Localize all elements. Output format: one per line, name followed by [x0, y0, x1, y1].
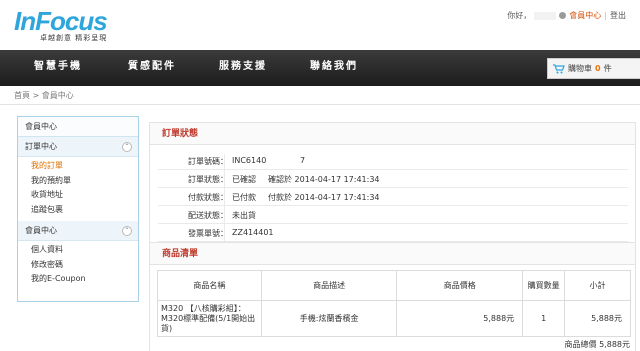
sidebar-item-my-reservations[interactable]: 我的預約單 — [18, 174, 138, 189]
status-row-payment-status: 付款狀態： 已付款 付款於 2014-04-17 17:41:34 — [158, 188, 628, 206]
product-quantity: 1 — [522, 300, 566, 337]
logout-link[interactable]: 登出 — [610, 10, 626, 21]
member-sidebar: 會員中心 訂單中心 ⌃ 我的訂單 我的預約單 收貨地址 追蹤包裹 會員中心 ⌃ … — [17, 116, 139, 302]
top-bar: InFocus 卓越創意 精彩呈現 你好， 會員中心 | 登出 — [0, 0, 640, 50]
product-name-link[interactable]: M320 【八核購彩組】：M320標準配備(5/1開始出貨) — [157, 300, 262, 337]
greeting-text: 你好， — [507, 11, 532, 20]
user-area: 你好， 會員中心 | 登出 — [507, 10, 626, 21]
sidebar-item-shipping-address[interactable]: 收貨地址 — [18, 188, 138, 203]
order-total: 商品總價 5,888元 — [565, 339, 630, 350]
product-description: 手機:炫蘭香檳金 — [260, 300, 398, 337]
sidebar-item-track-package[interactable]: 追蹤包裹 — [18, 203, 138, 218]
user-name-redacted — [534, 11, 557, 20]
order-status-panel: 訂單狀態 訂單號碼： INC6140 7 訂單狀態： 已確認 確認於 2014-… — [149, 122, 636, 252]
row-value: INC6140 — [232, 156, 267, 165]
collapse-icon[interactable]: ⌃ — [122, 142, 132, 152]
total-label: 商品總價 — [564, 340, 597, 349]
row-label: 付款狀態： — [188, 193, 228, 202]
row-value: 已付款 — [232, 193, 256, 202]
nav-item-support[interactable]: 服務支援 — [219, 50, 267, 86]
nav-item-smartphones[interactable]: 智慧手機 — [34, 50, 82, 86]
main-nav: 智慧手機 質感配件 服務支援 聯絡我們 — [0, 50, 640, 86]
items-panel: 商品清單 商品名稱 商品描述 商品價格 購買數量 小計 M320 【八核購彩組】… — [149, 242, 636, 351]
row-value: 未出貨 — [232, 211, 256, 220]
breadcrumb[interactable]: 首頁 > 會員中心 — [14, 90, 74, 101]
sidebar-group-orders: 我的訂單 我的預約單 收貨地址 追蹤包裹 — [18, 157, 138, 221]
sidebar-section-label: 會員中心 — [25, 226, 57, 235]
nav-item-contact[interactable]: 聯絡我們 — [310, 50, 358, 86]
status-row-order-status: 訂單狀態： 已確認 確認於 2014-04-17 17:41:34 — [158, 170, 628, 188]
product-subtotal: 5,888元 — [564, 300, 631, 337]
logo-wordmark: InFocus — [14, 6, 108, 36]
row-label: 訂單號碼： — [188, 157, 228, 166]
divider — [0, 104, 640, 105]
cart-button[interactable]: 購物車 0 件 — [547, 58, 640, 79]
sidebar-section-member[interactable]: 會員中心 ⌃ — [18, 221, 138, 241]
column-header: 購買數量 — [522, 270, 566, 301]
row-label: 配送狀態： — [188, 211, 228, 220]
header-separator: | — [604, 11, 607, 20]
cart-unit: 件 — [603, 64, 612, 73]
items-table: 商品名稱 商品描述 商品價格 購買數量 小計 M320 【八核購彩組】：M320… — [157, 270, 631, 337]
panel-title: 訂單狀態 — [150, 123, 635, 145]
panel-title: 商品清單 — [150, 243, 635, 265]
logo-tagline: 卓越創意 精彩呈現 — [40, 34, 108, 42]
column-header: 小計 — [564, 270, 631, 301]
sidebar-group-member: 個人資料 修改密碼 我的E-Coupon — [18, 241, 138, 291]
row-extra: 付款於 2014-04-17 17:41:34 — [268, 193, 380, 202]
member-center-link[interactable]: 會員中心 — [569, 10, 601, 21]
product-price: 5,888元 — [396, 300, 524, 337]
row-label: 訂單狀態： — [188, 175, 228, 184]
row-extra: 7 — [300, 156, 306, 165]
sidebar-title: 會員中心 — [18, 117, 138, 137]
collapse-icon[interactable]: ⌃ — [122, 226, 132, 236]
user-icon — [559, 12, 567, 19]
cart-label: 購物車 — [568, 64, 592, 73]
infocus-logo[interactable]: InFocus 卓越創意 精彩呈現 — [14, 8, 126, 44]
row-value: 已確認 — [232, 175, 256, 184]
column-header: 商品名稱 — [157, 270, 262, 301]
sidebar-section-label: 訂單中心 — [25, 142, 57, 151]
status-row-order-number: 訂單號碼： INC6140 7 — [158, 152, 628, 170]
sidebar-item-my-orders[interactable]: 我的訂單 — [18, 159, 138, 174]
cart-icon — [553, 63, 565, 74]
nav-item-accessories[interactable]: 質感配件 — [128, 50, 176, 86]
sidebar-item-ecoupon[interactable]: 我的E-Coupon — [18, 272, 138, 287]
table-row: M320 【八核購彩組】：M320標準配備(5/1開始出貨) 手機:炫蘭香檳金 … — [157, 300, 631, 337]
sidebar-item-profile[interactable]: 個人資料 — [18, 243, 138, 258]
row-label: 發票單號： — [188, 229, 228, 238]
status-row-invoice-number: 發票單號： ZZ414401 — [158, 224, 628, 242]
row-value: ZZ414401 — [232, 228, 274, 237]
column-header: 商品價格 — [396, 270, 524, 301]
cart-count: 0 — [595, 64, 601, 73]
sidebar-item-change-password[interactable]: 修改密碼 — [18, 258, 138, 273]
sidebar-section-orders[interactable]: 訂單中心 ⌃ — [18, 137, 138, 157]
status-row-shipping-status: 配送狀態： 未出貨 — [158, 206, 628, 224]
main-content: 訂單狀態 訂單號碼： INC6140 7 訂單狀態： 已確認 確認於 2014-… — [149, 116, 636, 351]
total-value: 5,888元 — [599, 340, 630, 349]
column-header: 商品描述 — [260, 270, 398, 301]
row-extra: 確認於 2014-04-17 17:41:34 — [268, 175, 380, 184]
